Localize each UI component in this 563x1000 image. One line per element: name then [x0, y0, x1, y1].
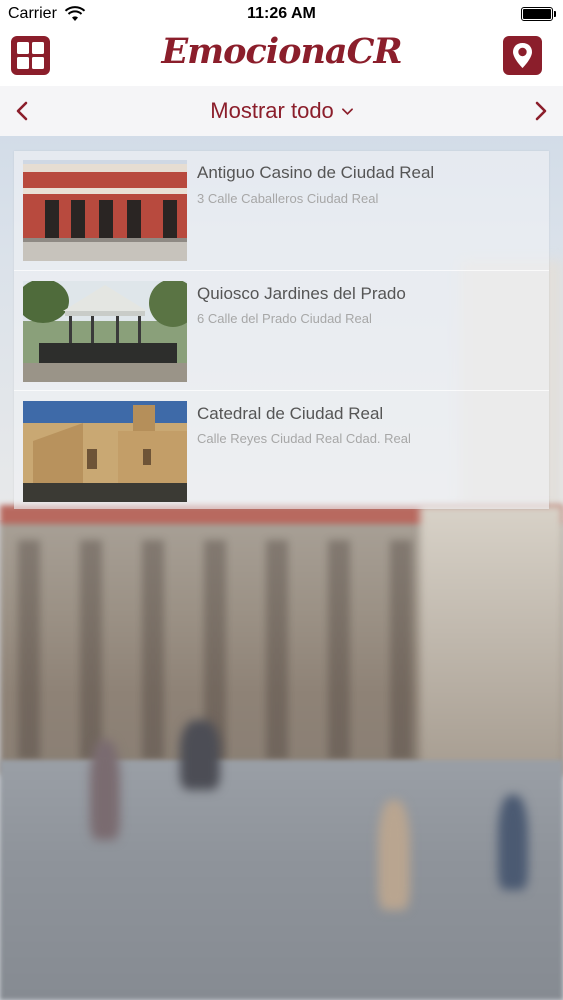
next-category-button[interactable]	[525, 96, 555, 126]
place-address: 6 Calle del Prado Ciudad Real	[197, 311, 372, 326]
status-bar: Carrier 11:26 AM	[0, 0, 563, 28]
filter-bar: Mostrar todo	[0, 86, 563, 136]
background-person	[180, 720, 220, 790]
place-name: Quiosco Jardines del Prado	[197, 284, 406, 303]
place-name: Catedral de Ciudad Real	[197, 404, 384, 423]
background-plaza-ground	[0, 760, 563, 1000]
place-thumbnail	[23, 281, 187, 382]
category-label: Mostrar todo	[210, 98, 334, 123]
place-thumbnail	[23, 160, 187, 261]
places-list: Antiguo Casino de Ciudad Real 3 Calle Ca…	[14, 151, 549, 509]
battery-icon	[521, 7, 556, 21]
location-pin-icon	[513, 43, 532, 68]
status-time: 11:26 AM	[247, 5, 316, 22]
place-address: Calle Reyes Ciudad Real Cdad. Real	[197, 431, 411, 446]
background-right-building	[420, 505, 563, 775]
map-button[interactable]	[503, 36, 542, 75]
cathedral-photo	[23, 401, 187, 502]
battery-level	[523, 9, 551, 19]
background-person	[90, 740, 120, 840]
app-logo: EmocionaCR	[161, 31, 402, 72]
casino-photo	[23, 160, 187, 261]
chevron-down-glyph	[341, 108, 353, 116]
chevron-right-icon	[535, 101, 547, 121]
background-person	[498, 795, 528, 890]
chevron-down-icon	[338, 103, 353, 119]
category-dropdown[interactable]: Mostrar todo	[0, 98, 563, 124]
place-item[interactable]: Catedral de Ciudad Real Calle Reyes Ciud…	[14, 390, 549, 510]
place-thumbnail	[23, 401, 187, 502]
place-address: 3 Calle Caballeros Ciudad Real	[197, 191, 379, 206]
place-item[interactable]: Antiguo Casino de Ciudad Real 3 Calle Ca…	[14, 151, 549, 271]
place-name: Antiguo Casino de Ciudad Real	[197, 163, 435, 182]
place-item[interactable]: Quiosco Jardines del Prado 6 Calle del P…	[14, 270, 549, 390]
background-person	[378, 800, 410, 910]
nav-bar: EmocionaCR	[0, 28, 563, 86]
kiosk-photo	[23, 281, 187, 382]
